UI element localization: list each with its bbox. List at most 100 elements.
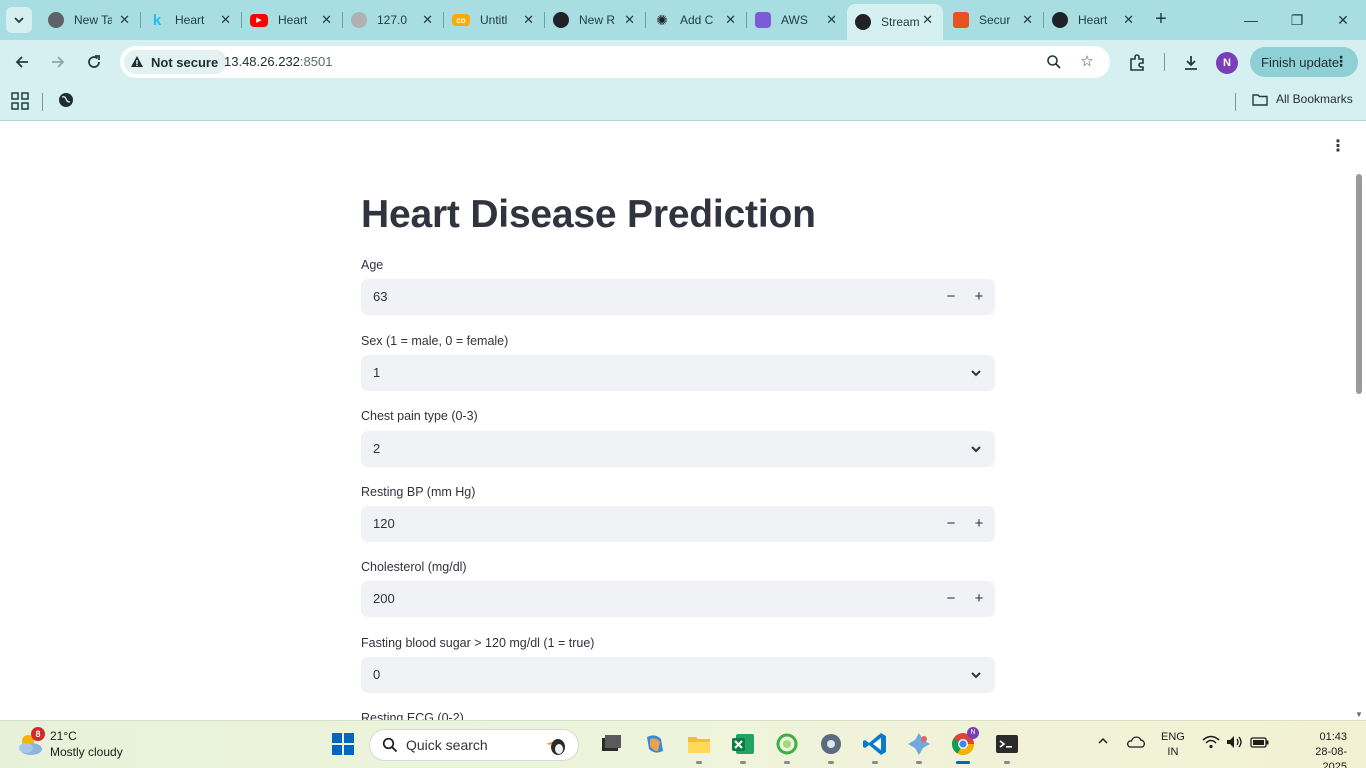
sex-select[interactable]: 1	[361, 355, 995, 391]
close-icon[interactable]: ✕	[422, 12, 433, 28]
tab-security[interactable]: Secur ✕	[945, 4, 1043, 36]
extensions-icon[interactable]	[1126, 52, 1148, 74]
close-icon[interactable]: ✕	[725, 12, 736, 28]
terminal-icon[interactable]	[994, 731, 1020, 764]
scroll-down-arrow-icon[interactable]: ▼	[1355, 710, 1363, 719]
resting-bp-input[interactable]: 120 − +	[361, 506, 995, 542]
resting-bp-label: Resting BP (mm Hg)	[361, 485, 476, 499]
battery-icon[interactable]	[1250, 735, 1270, 752]
decrement-button[interactable]: −	[941, 514, 961, 534]
tab-streamlit[interactable]: Stream ✕	[847, 4, 943, 40]
chrome-icon[interactable]: N	[950, 727, 979, 764]
file-explorer-icon[interactable]	[686, 731, 712, 764]
arrow-right-icon	[52, 56, 65, 68]
tab-new-tab[interactable]: New Tab ✕	[40, 4, 140, 36]
arrow-left-icon	[15, 56, 28, 68]
running-indicator	[828, 761, 834, 764]
github-icon	[553, 12, 569, 28]
tab-github-heart[interactable]: Heart ✕	[1044, 4, 1144, 36]
tab-colab[interactable]: co Untitl ✕	[444, 4, 544, 36]
globe-icon	[351, 12, 367, 28]
chest-pain-select[interactable]: 2	[361, 431, 995, 467]
tab-heart-kaggle[interactable]: k Heart ✕	[141, 4, 241, 36]
close-icon[interactable]: ✕	[321, 12, 332, 28]
puffin-icon	[546, 739, 565, 755]
increment-button[interactable]: +	[969, 514, 989, 534]
settings-icon[interactable]	[818, 731, 844, 764]
close-icon[interactable]: ✕	[826, 12, 837, 28]
youtube-icon: ▶	[250, 13, 268, 27]
age-value: 63	[373, 289, 388, 304]
bookmarks-bar: All Bookmarks	[0, 84, 1366, 121]
reload-icon	[88, 55, 100, 68]
finish-update-button[interactable]: Finish update ⋮	[1250, 47, 1358, 77]
bookmark-star-icon[interactable]: ☆	[1077, 52, 1097, 72]
aws-icon	[755, 12, 771, 28]
forward-button[interactable]	[45, 49, 71, 75]
profile-badge: N	[967, 727, 979, 739]
task-view-icon[interactable]	[598, 731, 624, 757]
tab-aws[interactable]: AWS ✕	[747, 4, 847, 36]
profile-avatar[interactable]: N	[1216, 52, 1238, 74]
onedrive-icon[interactable]	[1126, 735, 1146, 752]
tab-localhost[interactable]: 127.0 ✕	[343, 4, 443, 36]
tab-chatgpt[interactable]: ✺ Add C ✕	[646, 4, 746, 36]
decrement-button[interactable]: −	[941, 287, 961, 307]
close-icon[interactable]: ✕	[523, 12, 534, 28]
downloads-icon[interactable]	[1180, 52, 1202, 74]
weather-description[interactable]: Mostly cloudy	[50, 745, 123, 759]
system-clock[interactable]: 01:43 28-08-2025	[1296, 730, 1347, 768]
tab-strip: New Tab ✕ k Heart ✕ ▶ Heart ✕ 127.0 ✕ co…	[0, 0, 1366, 40]
new-tab-button[interactable]: +	[1150, 8, 1172, 30]
running-indicator	[916, 761, 922, 764]
globe-icon[interactable]	[58, 92, 74, 108]
reload-button[interactable]	[81, 49, 107, 75]
back-button[interactable]	[9, 49, 35, 75]
increment-button[interactable]: +	[969, 287, 989, 307]
close-icon[interactable]: ✕	[922, 12, 933, 28]
cholesterol-input[interactable]: 200 − +	[361, 581, 995, 617]
streamlit-icon	[855, 14, 871, 30]
apps-grid-icon[interactable]	[11, 92, 29, 110]
decrement-button[interactable]: −	[941, 589, 961, 609]
windows-start-icon[interactable]	[332, 733, 354, 755]
tab-heart-youtube[interactable]: ▶ Heart ✕	[242, 4, 342, 36]
close-icon[interactable]: ✕	[1123, 12, 1134, 28]
wifi-icon[interactable]	[1202, 735, 1220, 752]
tab-search-button[interactable]	[6, 7, 32, 33]
windows-taskbar: 8 21°C Mostly cloudy Quick search N ENG …	[0, 720, 1366, 768]
increment-button[interactable]: +	[969, 589, 989, 609]
minimize-button[interactable]: —	[1228, 8, 1274, 32]
address-bar[interactable]: Not secure 13.48.26.232:8501 ☆	[120, 46, 1110, 78]
fasting-blood-sugar-select[interactable]: 0	[361, 657, 995, 693]
language-indicator[interactable]: ENG IN	[1161, 730, 1185, 760]
copilot-icon[interactable]	[642, 731, 668, 757]
close-window-button[interactable]: ✕	[1320, 8, 1366, 32]
tab-github-new-repo[interactable]: New R ✕	[545, 4, 645, 36]
page-scrollbar[interactable]	[1356, 174, 1362, 394]
security-chip[interactable]: Not secure	[124, 50, 228, 74]
close-icon[interactable]: ✕	[220, 12, 231, 28]
github-icon	[1052, 12, 1068, 28]
close-icon[interactable]: ✕	[119, 12, 130, 28]
taskbar-search[interactable]: Quick search	[369, 729, 579, 761]
running-indicator	[784, 761, 790, 764]
all-bookmarks-button[interactable]: All Bookmarks	[1252, 92, 1353, 106]
zoom-icon[interactable]	[1044, 52, 1064, 72]
weather-temperature[interactable]: 21°C	[50, 729, 77, 743]
app-circle-icon[interactable]	[774, 731, 800, 764]
cholesterol-value: 200	[373, 591, 395, 606]
close-icon[interactable]: ✕	[1022, 12, 1033, 28]
sex-value: 1	[373, 365, 381, 380]
more-vert-icon: ⋮	[1334, 53, 1348, 69]
age-input[interactable]: 63 − +	[361, 279, 995, 315]
gemini-icon[interactable]	[906, 731, 932, 764]
restore-button[interactable]: ❐	[1274, 8, 1320, 32]
chest-pain-value: 2	[373, 441, 381, 456]
excel-icon[interactable]	[730, 731, 756, 764]
close-icon[interactable]: ✕	[624, 12, 635, 28]
main-menu-icon[interactable]: ⋮	[1330, 139, 1346, 155]
volume-icon[interactable]	[1226, 735, 1244, 752]
vscode-icon[interactable]	[862, 731, 888, 764]
show-hidden-icons-icon[interactable]	[1097, 735, 1109, 750]
